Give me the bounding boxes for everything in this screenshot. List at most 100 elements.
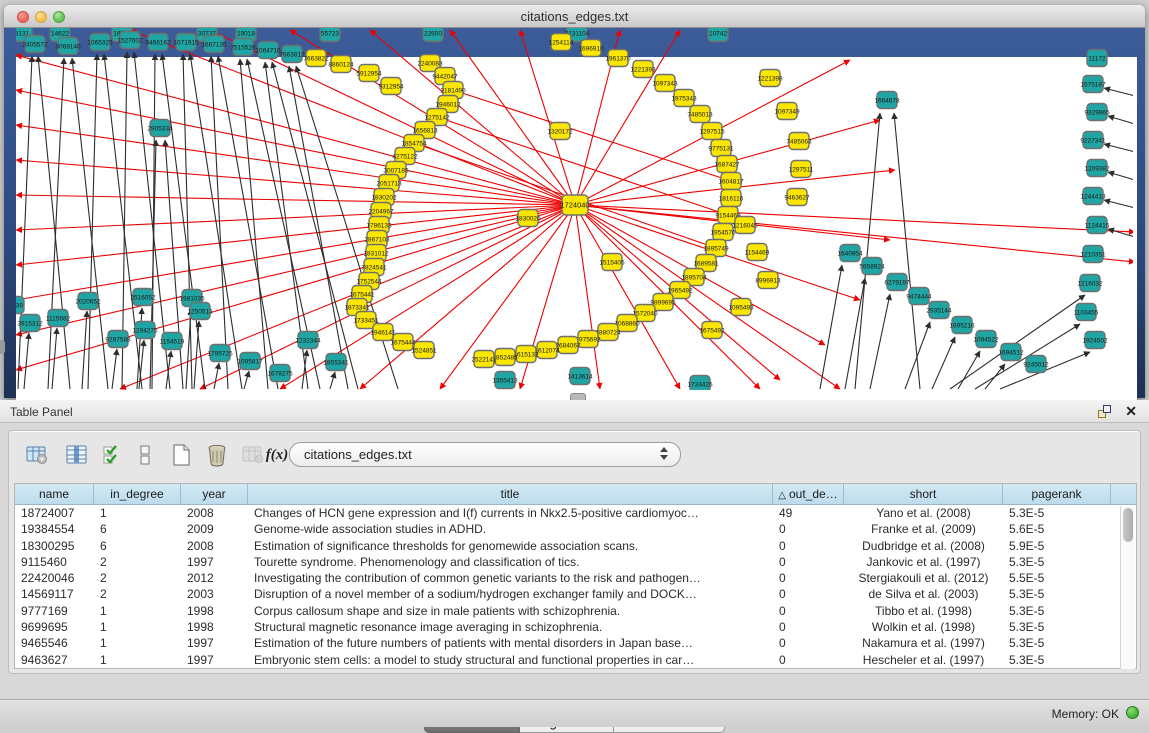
graph-node-label: 55723 [321, 30, 339, 37]
select-rows-icon[interactable] [99, 441, 127, 469]
network-graph[interactable]: 8131146221851130737190185572322600813110… [0, 0, 1149, 400]
table-row[interactable]: 1872400712008Changes of HCN gene express… [15, 505, 1136, 521]
float-panel-icon[interactable] [1098, 405, 1111, 418]
table-cell: 5.3E-5 [1003, 554, 1111, 570]
network-table-select[interactable]: citations_edges.txt [289, 442, 681, 467]
table-cell: 5.3E-5 [1003, 652, 1111, 668]
panel-collapse-handle[interactable] [0, 340, 5, 354]
citation-edge-red[interactable] [575, 205, 840, 389]
table-row[interactable]: 2242004622012Investigating the contribut… [15, 570, 1136, 586]
table-row[interactable]: 946362711997Embryonic stem cells: a mode… [15, 652, 1136, 668]
citation-edge-black[interactable] [985, 364, 1005, 389]
memory-status-icon[interactable] [1126, 706, 1139, 719]
citation-edge-red[interactable] [16, 90, 575, 205]
table-row[interactable]: 977716911998Corpus callosum shape and si… [15, 603, 1136, 619]
table-row[interactable]: 1456911722003Disruption of a novel membe… [15, 586, 1136, 602]
graph-node-label: 7485063 [786, 138, 812, 145]
citation-edge-black[interactable] [165, 140, 183, 389]
citation-edge-red[interactable] [450, 30, 575, 205]
citation-edge-black[interactable] [1104, 200, 1135, 208]
citation-edge-red[interactable] [575, 205, 600, 389]
graph-node-label: 1244413 [1080, 193, 1106, 200]
table-cell: 2008 [181, 538, 248, 554]
table-cell: Yano et al. (2008) [844, 505, 1003, 521]
citation-edge-black[interactable] [218, 56, 278, 389]
citation-edge-red[interactable] [16, 205, 575, 370]
citation-edge-red[interactable] [16, 205, 575, 265]
citation-edge-red[interactable] [520, 30, 575, 205]
table-row[interactable]: 911546021997Tourette syndrome. Phenomeno… [15, 554, 1136, 570]
citation-edge-black[interactable] [302, 350, 307, 389]
citation-edge-red[interactable] [360, 205, 575, 389]
column-header-outde[interactable]: △out_de… [773, 484, 844, 504]
citation-edge-red[interactable] [16, 195, 575, 205]
column-header-short[interactable]: short [844, 484, 1003, 504]
graph-node-label: 1831012 [363, 250, 389, 257]
delete-table-icon[interactable] [203, 441, 231, 469]
column-header-indegree[interactable]: in_degree [94, 484, 181, 504]
column-header-name[interactable]: name [15, 484, 94, 504]
function-builder-icon[interactable]: f(x) [263, 441, 291, 469]
row-height-icon[interactable] [131, 441, 159, 469]
citation-edge-black[interactable] [870, 294, 890, 389]
citation-edge-black[interactable] [845, 278, 865, 389]
citation-edge-black[interactable] [18, 56, 32, 389]
graph-node-label: 8996913 [755, 277, 781, 284]
citation-edge-red[interactable] [16, 205, 575, 300]
table-row[interactable]: 1830029562008Estimation of significance … [15, 538, 1136, 554]
graph-node-label: 1656813 [412, 127, 438, 134]
citation-edge-black[interactable] [38, 56, 70, 389]
graph-node-label: 1250513 [187, 308, 213, 315]
citation-edge-black[interactable] [112, 349, 117, 389]
table-settings-icon[interactable] [23, 441, 51, 469]
citation-edge-black[interactable] [186, 309, 191, 389]
table-panel-header[interactable]: Table Panel ✕ [0, 400, 1149, 423]
node-table[interactable]: namein_degreeyeartitle△out_de…shortpager… [14, 483, 1137, 669]
table-row[interactable]: 969969511998Structural magnetic resonanc… [15, 619, 1136, 635]
citation-edge-black[interactable] [240, 59, 268, 389]
citation-edge-black[interactable] [905, 322, 930, 389]
table-row[interactable]: 946554611997Estimation of the future num… [15, 635, 1136, 651]
graph-node-label: 1752544 [356, 278, 382, 285]
column-header-title[interactable]: title [248, 484, 773, 504]
column-header-year[interactable]: year [181, 484, 248, 504]
table-cell: 18724007 [15, 505, 94, 521]
close-panel-icon[interactable]: ✕ [1125, 403, 1137, 420]
citation-edge-black[interactable] [1108, 229, 1135, 237]
citation-edge-black[interactable] [150, 140, 156, 389]
table-cell: 0 [773, 603, 844, 619]
table-row[interactable]: 1938455462009Genome-wide association stu… [15, 521, 1136, 537]
citation-edge-black[interactable] [211, 56, 228, 389]
citation-edge-black[interactable] [330, 372, 335, 389]
citation-edge-black[interactable] [950, 295, 1085, 389]
graph-node-label: 2181490 [440, 87, 466, 94]
citation-edge-red[interactable] [130, 30, 575, 205]
citation-edge-red[interactable] [16, 205, 575, 230]
citation-edge-black[interactable] [894, 113, 920, 389]
citation-edge-black[interactable] [214, 363, 219, 389]
citation-edge-black[interactable] [820, 265, 842, 389]
citation-edge-black[interactable] [24, 333, 29, 389]
table-columns-icon[interactable] [63, 441, 91, 469]
table-body[interactable]: 1872400712008Changes of HCN gene express… [15, 505, 1136, 668]
table-header-row[interactable]: namein_degreeyeartitle△out_de…shortpager… [15, 484, 1136, 505]
citation-edge-black[interactable] [244, 371, 249, 389]
citation-edge-black[interactable] [932, 337, 955, 389]
citation-edge-black[interactable] [1104, 144, 1135, 152]
graph-node-label: 1115682 [46, 315, 71, 322]
graph-node-label: 1954576 [710, 229, 736, 236]
table-cell: 5.9E-5 [1003, 538, 1111, 554]
citation-edge-black[interactable] [1108, 116, 1135, 124]
citation-edge-black[interactable] [1108, 172, 1135, 180]
graph-node-label: 1880724 [595, 329, 621, 336]
graph-node-label: 9227341 [1080, 137, 1106, 144]
graph-node-label: 7663822 [303, 55, 329, 62]
graph-node-label: 10742 [709, 30, 727, 37]
graph-node-label: 6279197 [884, 279, 910, 286]
column-header-pagerank[interactable]: pagerank [1003, 484, 1111, 504]
citation-edge-black[interactable] [1104, 88, 1135, 96]
new-document-icon[interactable] [167, 441, 195, 469]
citation-edge-black[interactable] [194, 321, 199, 389]
scrollbar-thumb[interactable] [1123, 508, 1133, 542]
table-scrollbar[interactable] [1120, 506, 1135, 669]
